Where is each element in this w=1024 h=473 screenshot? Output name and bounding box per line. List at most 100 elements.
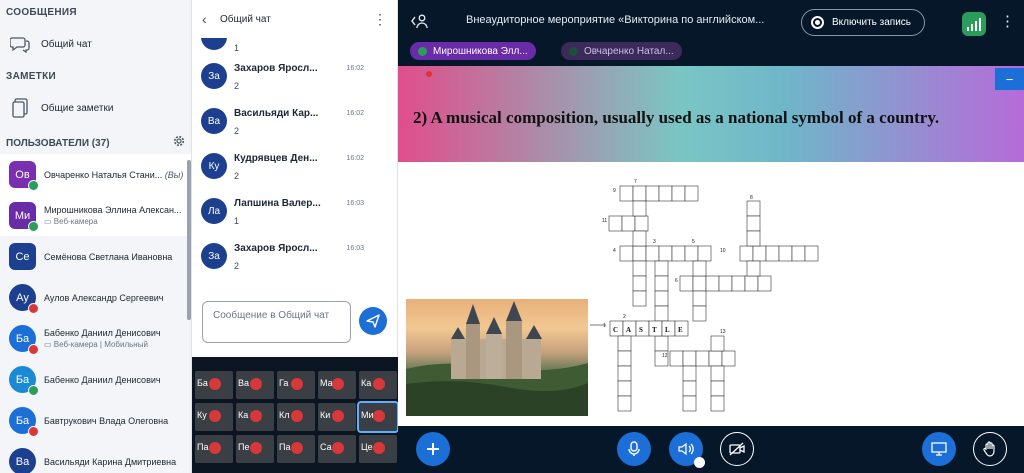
- user-list-item[interactable]: Ау Аулов Александр Сергеевич: [0, 277, 191, 318]
- message-text: 1: [234, 216, 240, 226]
- mic-status-icon: [28, 303, 39, 314]
- meeting-topbar: Внеаудиторное мероприятие «Викторина по …: [398, 0, 1024, 66]
- send-button[interactable]: [359, 307, 387, 335]
- user-list-toggle-icon[interactable]: [410, 13, 428, 34]
- user-status: ▭ Веб-камера | Мобильный: [44, 340, 186, 349]
- user-info: Аулов Александр Сергеевич: [44, 293, 186, 303]
- webcam-tile[interactable]: Ка: [236, 403, 274, 431]
- clue-number: 6: [675, 278, 678, 284]
- webcam-tile[interactable]: Ку: [195, 403, 233, 431]
- message-text: 2: [234, 261, 240, 271]
- webcam-tile[interactable]: Па: [195, 435, 233, 463]
- clue-number: 10: [720, 248, 726, 254]
- webcam-tile[interactable]: Ки: [318, 403, 356, 431]
- actions-plus-button[interactable]: [416, 432, 450, 466]
- talking-indicator: Овчаренко Натал...: [561, 42, 682, 60]
- raise-hand-button[interactable]: [973, 432, 1007, 466]
- muted-mic-icon: [332, 410, 344, 422]
- webcam-strip: Ба Ва Га Ма Ка Ку Ка Кл Ки Ми Па Пе Па Са Це: [192, 358, 399, 473]
- avatar: [201, 38, 227, 50]
- avatar-initials: Ба: [15, 373, 30, 386]
- webcam-tile[interactable]: Це: [359, 435, 397, 463]
- webcam-tile[interactable]: Пе: [236, 435, 274, 463]
- record-label: Включить запись: [832, 17, 911, 28]
- clue-number: 11: [602, 218, 607, 224]
- muted-mic-icon: [373, 410, 385, 422]
- shared-notes-link[interactable]: Общие заметки: [0, 88, 191, 128]
- chat-message: За Захаров Яросл... 16:03 2: [192, 238, 397, 283]
- camera-button[interactable]: [720, 432, 754, 466]
- tile-label: Ку: [197, 410, 207, 420]
- webcam-tile[interactable]: Ка: [359, 371, 397, 399]
- record-button[interactable]: Включить запись: [801, 9, 925, 36]
- webcam-tile[interactable]: Ва: [236, 371, 274, 399]
- tile-label: Па: [197, 442, 209, 452]
- presentation-button[interactable]: [922, 432, 956, 466]
- public-chat-link[interactable]: Общий чат: [0, 24, 191, 64]
- chat-message-input[interactable]: Сообщение в Общий чат: [202, 301, 351, 343]
- back-chevron-icon[interactable]: ‹: [202, 11, 220, 27]
- clue-number: 9: [613, 188, 616, 194]
- chat-message: Ку Кудрявцев Ден... 16:02 2: [192, 148, 397, 193]
- microphone-button[interactable]: [617, 432, 651, 466]
- user-list-item[interactable]: Се Семёнова Светлана Ивановна: [0, 236, 191, 277]
- user-list-item[interactable]: Ба Бабенко Даниил Денисович: [0, 359, 191, 400]
- muted-mic-icon: [332, 442, 344, 454]
- mic-status-icon: [28, 385, 39, 396]
- webcam-tile[interactable]: Ба: [195, 371, 233, 399]
- avatar-initials: Ба: [15, 332, 30, 345]
- muted-mic-icon: [250, 378, 262, 390]
- webcam-tile[interactable]: Са: [318, 435, 356, 463]
- options-menu-icon[interactable]: ⋮: [1000, 12, 1015, 30]
- hand-icon: [983, 441, 995, 457]
- webcam-tile[interactable]: Ма: [318, 371, 356, 399]
- message-time: 16:02: [346, 65, 364, 72]
- webcam-tile[interactable]: Ми: [357, 401, 399, 433]
- avatar-initials: За: [208, 70, 220, 82]
- message-time: 16:02: [346, 110, 364, 117]
- avatar: Ба: [9, 366, 39, 396]
- crossword-letter: S: [639, 326, 643, 334]
- mic-status-icon: [28, 180, 39, 191]
- message-body: Захаров Яросл... 16:02 2: [234, 58, 364, 103]
- crossword-letter: C: [613, 326, 618, 334]
- avatar: Ми: [9, 202, 39, 232]
- avatar: Ла: [201, 198, 227, 224]
- messages-section-title: СООБЩЕНИЯ: [6, 7, 77, 18]
- avatar: Ов: [9, 161, 39, 191]
- tile-label: Ба: [197, 378, 208, 388]
- user-list-item[interactable]: Ба Бавтрукович Влада Олеговна: [0, 400, 191, 441]
- notes-icon: [10, 98, 30, 118]
- tile-label: Ка: [361, 378, 372, 388]
- connection-status-icon[interactable]: [962, 12, 986, 36]
- user-list-item[interactable]: Ба Бабенко Даниил Денисович ▭ Веб-камера …: [0, 318, 191, 359]
- tile-label: Ма: [320, 378, 333, 388]
- tile-label: Пе: [238, 442, 250, 452]
- record-icon: [811, 16, 824, 29]
- webcam-tile[interactable]: Кл: [277, 403, 315, 431]
- chat-options-icon[interactable]: ⋮: [373, 11, 387, 28]
- plus-icon: [427, 443, 439, 455]
- clue-number: 4: [613, 248, 616, 254]
- user-list-scrollbar[interactable]: [187, 160, 191, 320]
- partial-message: 1: [192, 38, 397, 58]
- user-list-panel: СООБЩЕНИЯ Общий чат ЗАМЕТКИ Общие заметк…: [0, 0, 192, 473]
- webcam-icon: ▭: [44, 340, 54, 349]
- user-list-item[interactable]: Ов Овчаренко Наталья Стани... (Вы): [0, 154, 191, 195]
- user-list-item[interactable]: Ми Мирошникова Эллина Алексан... ▭ Веб-ка…: [0, 195, 191, 236]
- public-chat-label: Общий чат: [41, 38, 92, 50]
- clue-number: 5: [692, 239, 695, 245]
- webcam-tile[interactable]: Га: [277, 371, 315, 399]
- sender-name: Захаров Яросл...: [234, 243, 318, 254]
- chat-message: Ла Лапшина Валер... 16:03 1: [192, 193, 397, 238]
- clue-number: 2: [623, 314, 626, 320]
- audio-settings-icon[interactable]: [694, 457, 705, 468]
- audio-button[interactable]: [669, 432, 705, 468]
- webcam-tile[interactable]: Па: [277, 435, 315, 463]
- gear-icon[interactable]: [173, 134, 185, 152]
- user-list-item[interactable]: Ва Васильяди Карина Дмитриевна: [0, 441, 191, 473]
- meeting-title: Внеаудиторное мероприятие «Викторина по …: [466, 14, 765, 26]
- sender-name: Васильяди Кар...: [234, 108, 319, 119]
- user-info: Бавтрукович Влада Олеговна: [44, 416, 186, 426]
- user-status-text: Веб-камера | Мобильный: [53, 340, 148, 349]
